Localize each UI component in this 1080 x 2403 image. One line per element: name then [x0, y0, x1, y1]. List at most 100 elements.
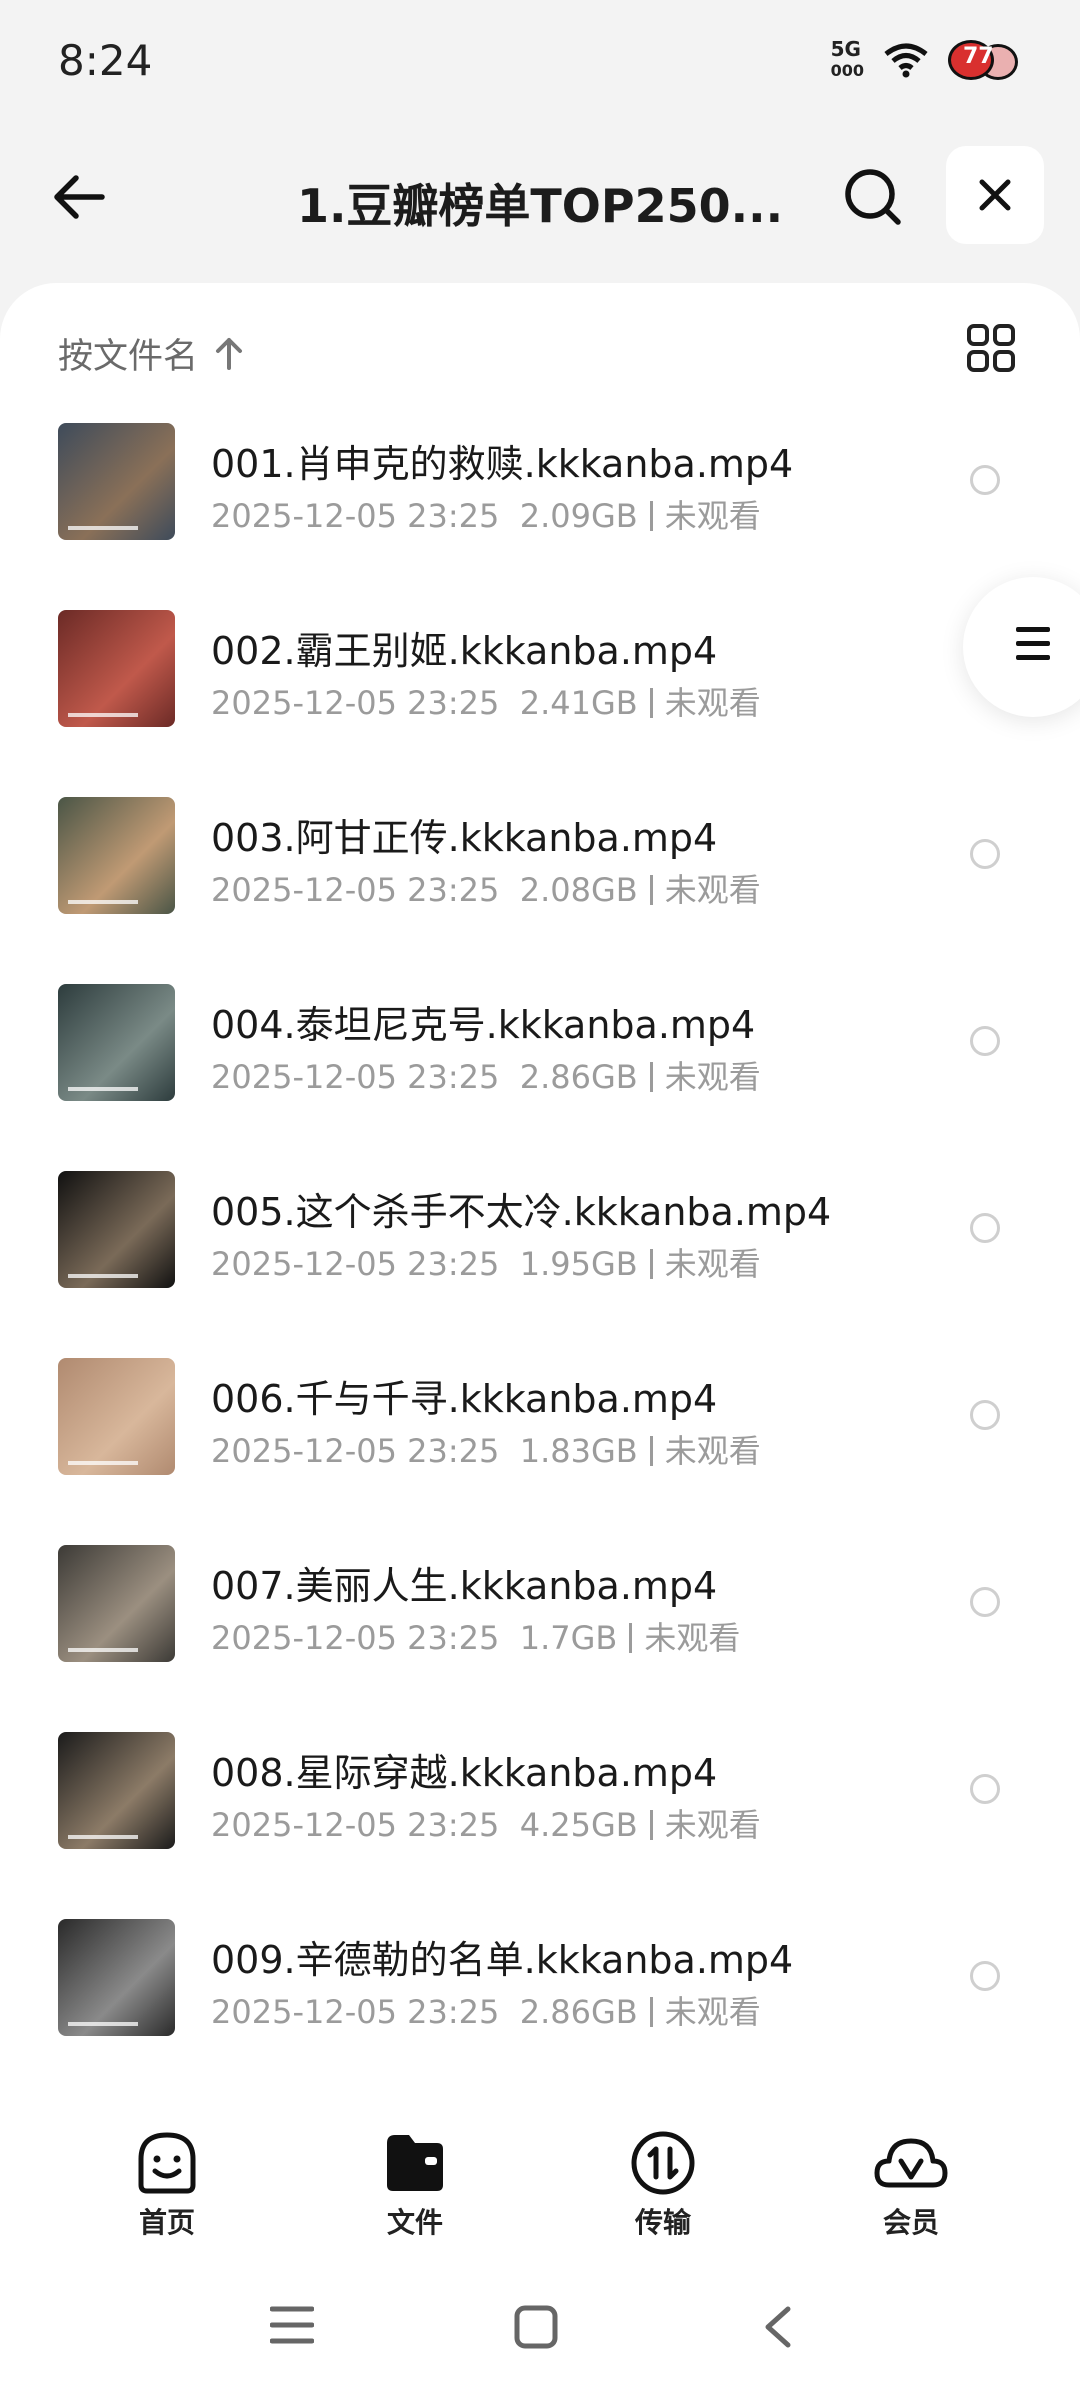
watch-status: 未观看 [664, 871, 761, 909]
file-date: 2025-12-05 23:25 [211, 1432, 500, 1470]
file-name: 003.阿甘正传.kkkanba.mp4 [211, 816, 718, 860]
file-date: 2025-12-05 23:25 [211, 1993, 500, 2031]
file-size: 2.86GB [519, 1993, 638, 2031]
back-arrow-icon[interactable] [46, 164, 112, 230]
file-size: 2.09GB [519, 497, 638, 535]
home-square-icon[interactable] [514, 2305, 558, 2349]
status-icons: 5G 000 77 [831, 38, 1022, 82]
file-date: 2025-12-05 23:25 [211, 684, 500, 722]
nav-home-label: 首页 [138, 2206, 195, 2239]
list-menu-icon [1016, 627, 1050, 669]
nav-home[interactable]: 首页 [97, 2129, 237, 2241]
watch-status: 未观看 [664, 1058, 761, 1096]
file-size: 1.95GB [519, 1245, 638, 1283]
folder-icon [387, 2135, 443, 2191]
file-meta: 2025-12-05 23:25 2.08GB 未观看 [211, 865, 761, 911]
watch-status: 未观看 [644, 1619, 741, 1657]
nav-transfer-label: 传输 [634, 2206, 691, 2239]
file-meta: 2025-12-05 23:25 1.95GB 未观看 [211, 1239, 761, 1285]
file-size: 1.7GB [519, 1619, 618, 1657]
file-row[interactable]: 009.辛德勒的名单.kkkanba.mp4 2025-12-05 23:25 2… [0, 1919, 1080, 2106]
video-thumbnail [58, 984, 175, 1101]
select-radio[interactable] [970, 1774, 1000, 1804]
video-thumbnail [58, 1171, 175, 1288]
file-size: 2.08GB [519, 871, 638, 909]
file-row[interactable]: 008.星际穿越.kkkanba.mp4 2025-12-05 23:25 4.2… [0, 1732, 1080, 1919]
nav-vip[interactable]: 会员 [841, 2129, 981, 2241]
nav-files[interactable]: 文件 [345, 2129, 485, 2241]
watch-status: 未观看 [664, 1245, 761, 1283]
file-name: 008.星际穿越.kkkanba.mp4 [211, 1751, 718, 1795]
file-name: 007.美丽人生.kkkanba.mp4 [211, 1564, 718, 1608]
file-name: 001.肖申克的救赎.kkkanba.mp4 [211, 442, 794, 486]
file-row[interactable]: 004.泰坦尼克号.kkkanba.mp4 2025-12-05 23:25 2.… [0, 984, 1080, 1171]
select-radio[interactable] [970, 839, 1000, 869]
file-size: 1.83GB [519, 1432, 638, 1470]
file-row[interactable]: 007.美丽人生.kkkanba.mp4 2025-12-05 23:25 1.7… [0, 1545, 1080, 1732]
file-name: 009.辛德勒的名单.kkkanba.mp4 [211, 1938, 794, 1982]
file-row[interactable]: 002.霸王别姬.kkkanba.mp4 2025-12-05 23:25 2.4… [0, 610, 1080, 797]
file-meta: 2025-12-05 23:25 2.86GB 未观看 [211, 1052, 761, 1098]
file-name: 005.这个杀手不太冷.kkkanba.mp4 [211, 1190, 832, 1234]
vip-cloud-icon [874, 2138, 948, 2188]
file-meta: 2025-12-05 23:25 2.86GB 未观看 [211, 1987, 761, 2033]
file-size: 2.41GB [519, 684, 638, 722]
nav-transfer[interactable]: 传输 [593, 2129, 733, 2241]
sort-ascending-icon [216, 338, 243, 370]
select-radio[interactable] [970, 1587, 1000, 1617]
battery-icon: 77 [948, 38, 1022, 82]
network-indicator: 5G 000 [830, 37, 864, 80]
video-thumbnail [58, 1732, 175, 1849]
bottom-navigation: 首页 文件 传输 会员 [0, 2103, 1080, 2243]
select-radio[interactable] [970, 465, 1000, 495]
video-thumbnail [58, 1919, 175, 2036]
file-meta: 2025-12-05 23:25 2.41GB 未观看 [211, 678, 761, 724]
watch-status: 未观看 [664, 684, 761, 722]
watch-status: 未观看 [664, 1432, 761, 1470]
file-row[interactable]: 003.阿甘正传.kkkanba.mp4 2025-12-05 23:25 2.0… [0, 797, 1080, 984]
file-date: 2025-12-05 23:25 [211, 497, 500, 535]
file-row[interactable]: 005.这个杀手不太冷.kkkanba.mp4 2025-12-05 23:25 … [0, 1171, 1080, 1358]
status-time: 8:24 [58, 36, 153, 85]
close-icon [979, 179, 1011, 211]
file-date: 2025-12-05 23:25 [211, 1619, 500, 1657]
sort-control[interactable]: 按文件名 [58, 323, 244, 383]
file-date: 2025-12-05 23:25 [211, 1245, 500, 1283]
wifi-icon [884, 43, 928, 78]
file-size: 2.86GB [519, 1058, 638, 1096]
system-navigation-bar [0, 2243, 1080, 2403]
file-size: 4.25GB [519, 1806, 638, 1844]
file-name: 004.泰坦尼克号.kkkanba.mp4 [211, 1003, 756, 1047]
video-thumbnail [58, 423, 175, 540]
file-date: 2025-12-05 23:25 [211, 1058, 500, 1096]
close-button[interactable] [946, 146, 1044, 244]
select-radio[interactable] [970, 1961, 1000, 1991]
menu-icon[interactable] [270, 2305, 314, 2345]
file-date: 2025-12-05 23:25 [211, 1806, 500, 1844]
select-radio[interactable] [970, 1400, 1000, 1430]
back-chevron-icon[interactable] [762, 2305, 794, 2349]
select-radio[interactable] [970, 1026, 1000, 1056]
select-radio[interactable] [970, 1213, 1000, 1243]
video-thumbnail [58, 610, 175, 727]
video-thumbnail [58, 797, 175, 914]
watch-status: 未观看 [664, 1993, 761, 2031]
video-thumbnail [58, 1545, 175, 1662]
file-meta: 2025-12-05 23:25 2.09GB 未观看 [211, 491, 761, 537]
nav-vip-label: 会员 [882, 2206, 939, 2239]
sort-label: 按文件名 [58, 336, 199, 377]
file-meta: 2025-12-05 23:25 4.25GB 未观看 [211, 1800, 761, 1846]
page-title: 1.豆瓣榜单TOP250... [296, 179, 784, 233]
header-bar: 1.豆瓣榜单TOP250... [0, 140, 1080, 250]
file-list-panel: 按文件名 001.肖申克的救赎.kkkanba.mp4 2025-12-05 23… [0, 283, 1080, 2103]
file-row[interactable]: 006.千与千寻.kkkanba.mp4 2025-12-05 23:25 1.8… [0, 1358, 1080, 1545]
file-date: 2025-12-05 23:25 [211, 871, 500, 909]
grid-view-icon[interactable] [966, 323, 1016, 373]
file-meta: 2025-12-05 23:25 1.7GB 未观看 [211, 1613, 740, 1659]
watch-status: 未观看 [664, 497, 761, 535]
home-face-icon [138, 2132, 196, 2194]
file-name: 002.霸王别姬.kkkanba.mp4 [211, 629, 718, 673]
search-icon[interactable] [840, 164, 906, 230]
file-row[interactable]: 001.肖申克的救赎.kkkanba.mp4 2025-12-05 23:25 2… [0, 423, 1080, 610]
nav-files-label: 文件 [386, 2206, 443, 2239]
